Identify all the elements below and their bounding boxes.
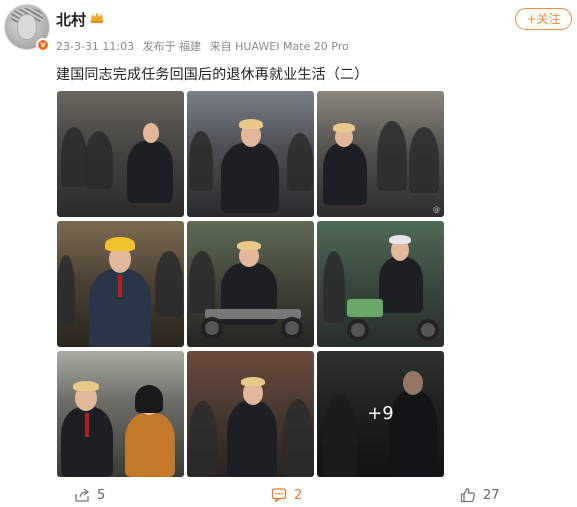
image-figure: [118, 275, 122, 297]
v-badge-icon: v: [36, 38, 50, 52]
image-figure: [389, 235, 411, 244]
image-figure: [85, 413, 89, 437]
post-image-8[interactable]: [187, 351, 314, 477]
image-figure: [127, 141, 173, 203]
post-image-2[interactable]: [187, 91, 314, 217]
image-figure: [287, 133, 313, 191]
username[interactable]: 北村: [56, 9, 86, 30]
image-figure: [281, 317, 303, 339]
post-image-3[interactable]: @: [317, 91, 444, 217]
image-figure: [417, 319, 439, 341]
image-figure: [189, 251, 215, 313]
post-image-7[interactable]: [57, 351, 184, 477]
image-figure: [237, 241, 261, 250]
share-icon: [75, 488, 90, 502]
post-image-5[interactable]: [187, 221, 314, 347]
image-figure: [379, 257, 423, 313]
comment-icon: [271, 488, 287, 503]
image-figure: [61, 127, 87, 187]
image-figure: [239, 119, 263, 129]
more-images-overlay[interactable]: +9: [317, 351, 444, 477]
image-figure: [347, 319, 369, 341]
follow-button[interactable]: +关注: [515, 8, 572, 30]
image-figure: [85, 131, 113, 189]
post-image-1[interactable]: [57, 91, 184, 217]
image-figure: [221, 143, 279, 213]
action-bar: 5 2 27: [0, 482, 577, 507]
weibo-post: v 北村 23-3-31 11:03 发布于 福建 来自 HUAWEI Mate…: [0, 0, 577, 507]
post-image-4[interactable]: [57, 221, 184, 347]
image-figure: [347, 299, 383, 317]
post-device: 来自 HUAWEI Mate 20 Pro: [209, 40, 349, 53]
image-figure: [105, 237, 135, 251]
image-grid: @ +9: [57, 91, 444, 477]
image-figure: [135, 385, 163, 413]
post-image-9[interactable]: +9: [317, 351, 444, 477]
comment-button[interactable]: 2: [271, 485, 302, 505]
share-count: 5: [97, 487, 106, 503]
post-meta: 23-3-31 11:03 发布于 福建 来自 HUAWEI Mate 20 P…: [56, 38, 354, 54]
post-date: 23-3-31 11:03: [56, 40, 135, 53]
like-button[interactable]: 27: [460, 485, 500, 505]
image-figure: [323, 251, 345, 323]
image-watermark: @: [433, 206, 440, 214]
post-location: 发布于 福建: [142, 40, 202, 53]
image-figure: [73, 381, 99, 391]
image-figure: [125, 413, 175, 477]
avatar-face: [17, 14, 37, 40]
image-figure: [283, 399, 313, 477]
image-figure: [143, 123, 159, 143]
image-figure: [189, 131, 213, 191]
post-image-6[interactable]: [317, 221, 444, 347]
image-figure: [333, 123, 355, 132]
image-figure: [241, 377, 265, 386]
image-figure: [189, 401, 217, 477]
image-figure: [155, 251, 183, 317]
share-button[interactable]: 5: [74, 485, 105, 505]
image-figure: [409, 127, 439, 193]
thumbs-up-icon: [460, 488, 476, 503]
image-figure: [201, 317, 223, 339]
post-text: 建国同志完成任务回国后的退休再就业生活（二）: [56, 67, 369, 83]
image-figure: [377, 121, 407, 191]
image-figure: [323, 143, 367, 205]
crown-icon: [91, 12, 103, 23]
like-count: 27: [483, 487, 500, 503]
image-figure: [57, 255, 75, 325]
image-figure: [227, 401, 277, 477]
comment-count: 2: [294, 487, 303, 503]
